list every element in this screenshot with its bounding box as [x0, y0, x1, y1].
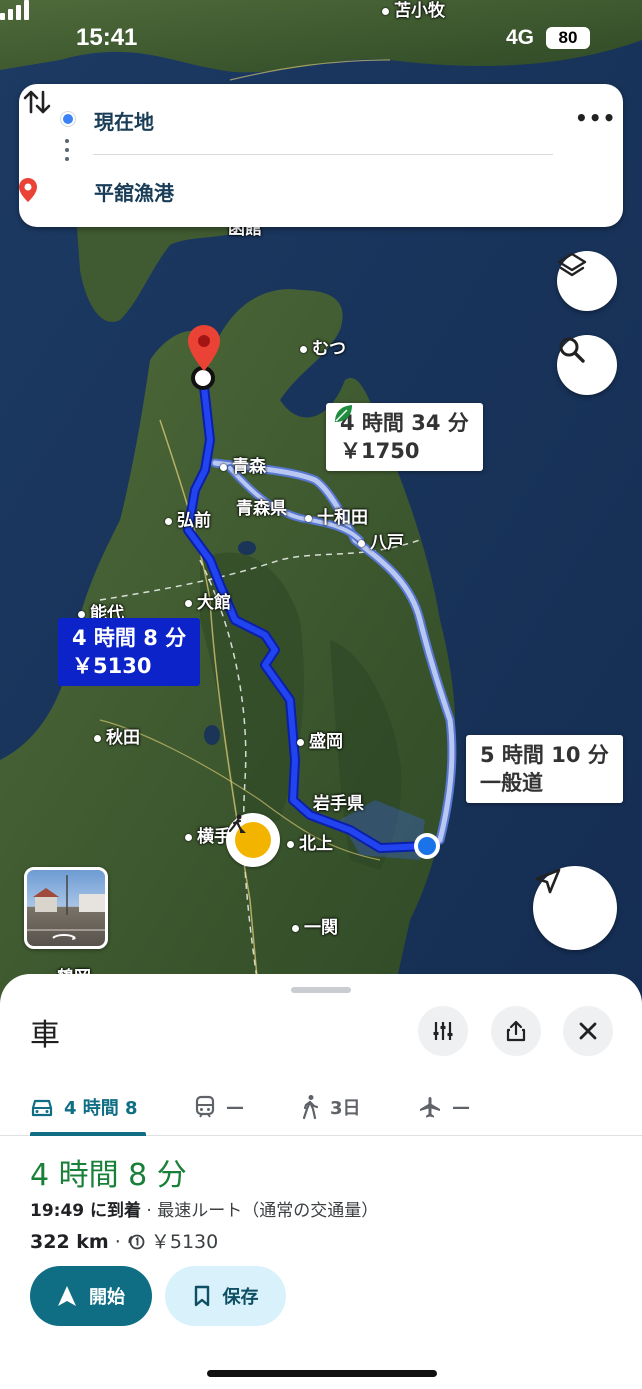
divider	[93, 154, 553, 155]
save-route-button[interactable]: 保存	[165, 1266, 286, 1326]
place-label: 弘前	[165, 506, 211, 531]
tab-driving[interactable]: 4 時間 8	[30, 1078, 138, 1136]
home-indicator[interactable]	[207, 1370, 437, 1377]
street-view-thumbnail[interactable]	[24, 867, 108, 949]
cellular-signal-icon	[0, 0, 29, 20]
car-icon	[31, 1099, 53, 1117]
sheet-title: 車	[30, 1018, 60, 1053]
callout-toll: ￥1750	[340, 439, 420, 463]
swap-directions-icon[interactable]	[19, 84, 55, 120]
route-callout-selected[interactable]: 4 時間 8 分 ￥5130	[58, 618, 201, 686]
close-icon	[579, 1022, 597, 1040]
place-label: むつ	[300, 334, 346, 359]
tune-icon	[433, 1022, 453, 1040]
place-label: 盛岡	[297, 727, 343, 752]
place-label: 一関	[292, 913, 338, 938]
place-label: 岩手県	[313, 794, 364, 814]
tab-flight[interactable]: —	[418, 1078, 470, 1136]
toll-icon	[128, 1234, 145, 1250]
destination-pin-icon[interactable]	[188, 325, 220, 371]
layers-button[interactable]	[557, 251, 617, 311]
place-label: 北上	[287, 829, 333, 854]
route-distance: 322 km	[30, 1231, 109, 1253]
construction-worker-icon	[228, 814, 246, 834]
arrival-time: 19:49 に到着	[30, 1201, 142, 1221]
place-label: 青森	[220, 452, 266, 477]
route-options-button[interactable]	[418, 1006, 468, 1056]
tab-label: —	[452, 1096, 470, 1118]
route-callout-eco[interactable]: 4 時間 34 分 ￥1750	[326, 403, 483, 471]
navigation-arrow-icon	[535, 868, 561, 894]
origin-dot-icon	[61, 112, 75, 126]
callout-toll: ￥5130	[72, 654, 152, 678]
search-icon	[559, 337, 585, 363]
route-card: 現在地 平舘漁港 •••	[19, 84, 623, 227]
origin-field[interactable]: 現在地	[19, 94, 623, 144]
train-icon	[195, 1095, 215, 1118]
save-label: 保存	[222, 1287, 259, 1308]
place-label: 八戸	[358, 528, 404, 553]
travel-mode-tabs: 4 時間 8 — 3日 —	[0, 1078, 642, 1136]
directions-sheet: 車 4 時間 8 — 3日 — 4 時間 8 分 19:49 に到着 · 最速ル…	[0, 974, 642, 1389]
status-bar: 15:41 4G 80	[0, 0, 642, 72]
place-label: 秋田	[94, 723, 140, 748]
more-options-button[interactable]: •••	[575, 106, 615, 136]
tab-transit[interactable]: —	[194, 1078, 244, 1136]
origin-text: 現在地	[94, 110, 154, 134]
eco-leaf-icon	[335, 405, 352, 422]
drag-handle[interactable]	[291, 987, 351, 993]
layers-icon	[557, 252, 587, 277]
tab-label: 3日	[330, 1098, 361, 1119]
route-note: · 最速ルート（通常の交通量）	[141, 1201, 379, 1221]
close-button[interactable]	[563, 1006, 613, 1056]
active-tab-indicator	[30, 1132, 146, 1136]
callout-duration: 4 時間 8 分	[72, 626, 187, 650]
road-construction-marker[interactable]	[226, 813, 280, 867]
street-view-image	[27, 875, 105, 940]
navigation-arrow-icon	[58, 1286, 76, 1306]
route-toll: ￥5130	[144, 1231, 219, 1253]
network-type: 4G	[506, 26, 535, 49]
start-navigation-button[interactable]: 開始	[30, 1266, 152, 1326]
place-label: 大館	[185, 588, 231, 613]
start-label: 開始	[89, 1287, 125, 1308]
place-label: 十和田	[305, 503, 368, 528]
tab-walking[interactable]: 3日	[300, 1078, 361, 1136]
my-location-button[interactable]	[533, 866, 617, 950]
destination-pin-icon	[19, 178, 37, 202]
bookmark-icon	[194, 1285, 209, 1307]
tab-label: 4 時間 8	[64, 1098, 138, 1119]
callout-duration: 5 時間 10 分	[480, 743, 609, 767]
distance-info: 322 km · ￥5130	[30, 1231, 219, 1253]
clock: 15:41	[76, 24, 138, 51]
route-callout-general[interactable]: 5 時間 10 分 一般道	[466, 735, 623, 803]
route-connector-icon	[65, 139, 69, 169]
share-icon	[506, 1020, 526, 1042]
place-label: 青森県	[236, 499, 287, 519]
arrival-info: 19:49 に到着 · 最速ルート（通常の交通量）	[30, 1196, 378, 1221]
destination-text: 平舘漁港	[94, 181, 174, 205]
tab-label: —	[226, 1096, 244, 1118]
walking-icon	[302, 1095, 319, 1120]
battery-indicator: 80	[546, 27, 590, 49]
route-duration: 4 時間 8 分	[30, 1158, 187, 1193]
destination-field[interactable]: 平舘漁港	[19, 166, 623, 216]
callout-road-type: 一般道	[480, 771, 543, 795]
place-label: 横手	[185, 822, 231, 847]
airplane-icon	[420, 1097, 440, 1118]
callout-duration: 4 時間 34 分	[340, 411, 469, 435]
share-button[interactable]	[491, 1006, 541, 1056]
search-along-route-button[interactable]	[557, 335, 617, 395]
map-view[interactable]: 苫小牧 函館 むつ 青森 青森県 十和田 八戸 弘前 大館 能代 秋田 盛岡 岩…	[0, 0, 642, 1010]
